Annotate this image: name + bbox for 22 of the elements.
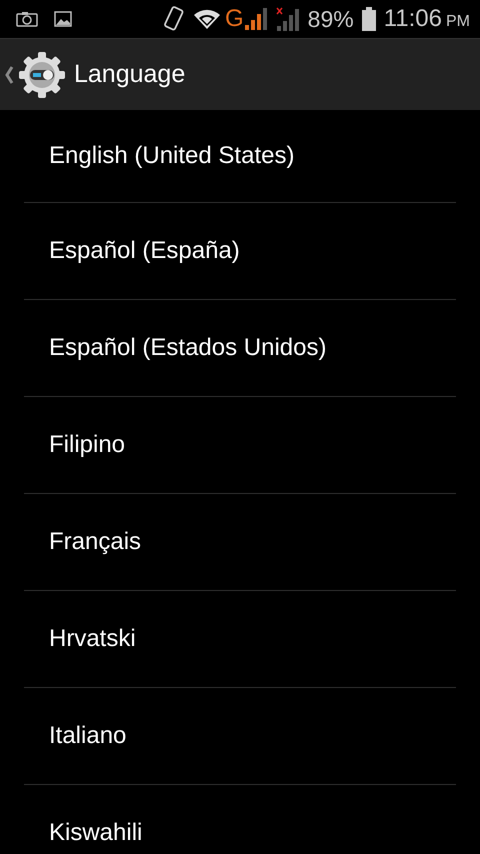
language-item[interactable]: Français — [49, 528, 142, 556]
network-type-label: G — [225, 7, 244, 31]
language-item[interactable]: Filipino — [49, 430, 126, 460]
wifi-icon — [193, 8, 221, 30]
language-item[interactable]: Italiano — [49, 722, 126, 750]
language-item[interactable]: Hrvatski — [49, 624, 136, 654]
signal-icon — [244, 8, 268, 30]
language-item[interactable]: Kiswahili — [49, 818, 142, 848]
language-item[interactable]: Español (Estados Unidos) — [49, 334, 326, 362]
battery-icon — [362, 7, 376, 31]
camera-icon — [16, 11, 38, 27]
clock-time: 11:06 — [384, 7, 442, 31]
battery-percentage: 89% — [308, 8, 354, 30]
clock-meridiem: PM — [446, 14, 470, 30]
screen-title: Language — [74, 58, 186, 90]
vibrate-icon — [163, 5, 185, 33]
back-icon[interactable] — [4, 64, 14, 84]
no-signal-icon — [276, 7, 300, 31]
language-item[interactable]: English (United States) — [49, 142, 294, 170]
gear-icon — [18, 50, 66, 98]
language-item[interactable]: Español (España) — [49, 236, 240, 266]
image-icon — [54, 11, 72, 27]
